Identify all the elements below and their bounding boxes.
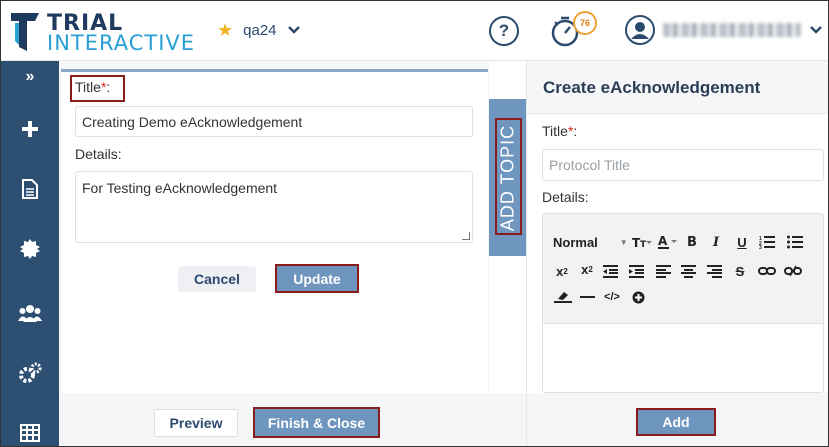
study-name: qa24 — [243, 21, 277, 39]
top-header: TRIAL INTERACTIVE ★ qa24 ? 76 — [1, 1, 828, 61]
favorite-star-icon[interactable]: ★ — [217, 21, 233, 39]
horizontal-rule-icon[interactable] — [578, 287, 596, 307]
details-text: For Testing eAcknowledgement — [82, 180, 278, 196]
unlink-icon[interactable] — [783, 261, 803, 281]
user-avatar-icon — [625, 15, 655, 45]
caret-down-icon: ▼ — [619, 237, 628, 247]
app-frame: TRIAL INTERACTIVE ★ qa24 ? 76 » Title*: … — [0, 0, 829, 447]
bullet-list-icon[interactable] — [785, 232, 805, 252]
superscript-icon[interactable]: x2 — [578, 259, 596, 279]
title-label-callout — [70, 75, 125, 102]
rp-details-label: Details: — [542, 189, 589, 205]
svg-text:T: T — [640, 240, 647, 249]
sidebar-expand-icon[interactable]: » — [1, 61, 59, 93]
logo-text-interactive: INTERACTIVE — [47, 31, 196, 55]
subscript-icon[interactable]: x2 — [553, 261, 571, 281]
chevron-down-icon — [287, 26, 300, 34]
svg-text:A: A — [658, 234, 668, 248]
plus-icon[interactable] — [1, 109, 59, 149]
timer-count-badge: 76 — [573, 11, 597, 35]
rp-title-label: Title*: — [542, 123, 578, 139]
cogs-icon[interactable] — [1, 353, 59, 393]
logo-mark-icon — [11, 13, 39, 51]
user-menu[interactable] — [625, 15, 823, 45]
align-left-icon[interactable] — [654, 261, 672, 281]
svg-text:3: 3 — [759, 245, 762, 249]
trial-interactive-logo[interactable]: TRIAL INTERACTIVE — [9, 7, 194, 55]
details-label: Details: — [75, 146, 122, 162]
grid-icon[interactable] — [1, 413, 59, 446]
edit-topic-form-lower — [61, 303, 488, 393]
user-name-blurred — [663, 23, 801, 37]
rich-text-editor: Normal ▼ TT A B I U 123 x2 x2 S </> — [542, 213, 824, 393]
users-icon[interactable] — [1, 293, 59, 333]
format-select[interactable]: Normal ▼ — [553, 232, 629, 252]
bold-icon[interactable]: B — [683, 232, 701, 252]
create-panel-header: Create eAcknowledgement — [527, 61, 828, 114]
update-button[interactable]: Update — [275, 264, 359, 293]
link-icon[interactable] — [757, 261, 777, 281]
add-topic-callout — [495, 118, 522, 235]
italic-icon[interactable]: I — [707, 232, 725, 252]
finish-close-button[interactable]: Finish & Close — [253, 407, 380, 438]
help-icon[interactable]: ? — [489, 16, 519, 46]
font-color-icon[interactable]: A — [656, 232, 678, 252]
editor-content-area[interactable] — [543, 324, 823, 392]
editor-toolbar: Normal ▼ TT A B I U 123 x2 x2 S </> — [543, 214, 823, 324]
code-icon[interactable]: </> — [602, 287, 622, 307]
sidebar: » — [1, 61, 59, 446]
underline-icon[interactable]: U — [733, 232, 751, 252]
align-center-icon[interactable] — [679, 261, 697, 281]
indent-icon[interactable] — [627, 261, 645, 281]
study-selector[interactable]: ★ qa24 — [217, 21, 301, 39]
align-right-icon[interactable] — [705, 261, 723, 281]
outdent-icon[interactable] — [601, 261, 619, 281]
font-size-icon[interactable]: TT — [631, 232, 653, 252]
ordered-list-icon[interactable]: 123 — [757, 232, 777, 252]
resize-handle-icon[interactable] — [462, 232, 470, 240]
details-textarea[interactable]: For Testing eAcknowledgement — [75, 171, 473, 243]
chevron-down-icon — [810, 26, 822, 34]
strikethrough-icon[interactable]: S — [731, 261, 749, 281]
add-circle-icon[interactable] — [629, 287, 647, 307]
cancel-button[interactable]: Cancel — [178, 266, 256, 292]
preview-button[interactable]: Preview — [154, 409, 238, 437]
create-panel-title: Create eAcknowledgement — [543, 78, 761, 97]
gear-badge-icon[interactable] — [1, 229, 59, 269]
document-icon[interactable] — [1, 169, 59, 209]
protocol-title-input[interactable]: Protocol Title — [542, 149, 824, 181]
clear-format-icon[interactable] — [553, 287, 573, 307]
add-button[interactable]: Add — [636, 408, 716, 436]
title-input[interactable]: Creating Demo eAcknowledgement — [75, 106, 473, 137]
format-select-label: Normal — [553, 234, 598, 250]
